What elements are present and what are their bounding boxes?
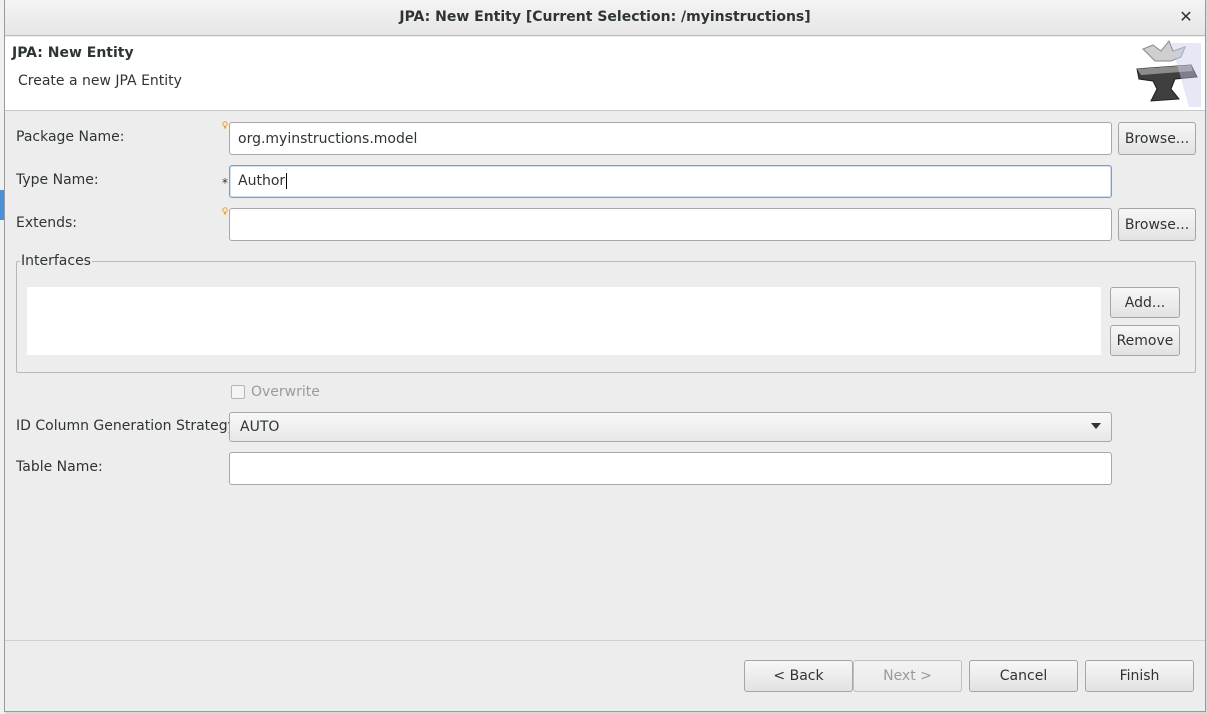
extends-label: Extends: (16, 215, 78, 231)
anvil-icon (1136, 40, 1201, 107)
overwrite-checkbox[interactable] (231, 385, 245, 399)
interfaces-legend: Interfaces (20, 253, 92, 269)
banner-title: JPA: New Entity (12, 45, 134, 61)
package-name-input[interactable] (229, 122, 1112, 155)
interfaces-group: Interfaces Add... Remove (16, 253, 1196, 373)
interfaces-list[interactable] (27, 287, 1101, 355)
new-entity-dialog: JPA: New Entity [Current Selection: /myi… (4, 0, 1206, 712)
table-name-input[interactable] (229, 452, 1112, 485)
add-interface-button[interactable]: Add... (1110, 287, 1180, 318)
required-marker: * (222, 176, 228, 190)
back-button[interactable]: < Back (744, 660, 853, 692)
type-name-input[interactable]: Author (229, 165, 1112, 198)
window-title: JPA: New Entity [Current Selection: /myi… (399, 9, 811, 25)
finish-button[interactable]: Finish (1085, 660, 1194, 692)
next-button[interactable]: Next > (853, 660, 962, 692)
chevron-down-icon (1091, 423, 1101, 429)
text-caret (286, 173, 288, 189)
remove-interface-button[interactable]: Remove (1110, 325, 1180, 356)
id-strategy-dropdown[interactable]: AUTO (229, 412, 1112, 442)
type-name-label: Type Name: (16, 172, 99, 188)
id-strategy-value: AUTO (240, 419, 280, 435)
id-strategy-label: ID Column Generation Strategy: (16, 418, 240, 434)
wizard-banner: JPA: New Entity Create a new JPA Entity (5, 37, 1205, 111)
package-browse-button[interactable]: Browse... (1118, 122, 1196, 155)
type-name-value: Author (238, 173, 286, 189)
table-name-label: Table Name: (16, 459, 103, 475)
overwrite-label: Overwrite (251, 384, 320, 400)
cancel-button[interactable]: Cancel (969, 660, 1078, 692)
package-name-label: Package Name: (16, 129, 125, 145)
hint-bulb-icon (222, 121, 228, 129)
title-bar[interactable]: JPA: New Entity [Current Selection: /myi… (5, 0, 1205, 36)
banner-description: Create a new JPA Entity (18, 73, 182, 89)
close-icon[interactable]: ✕ (1175, 6, 1197, 28)
footer-separator (5, 640, 1205, 641)
extends-browse-button[interactable]: Browse... (1118, 208, 1196, 241)
hint-bulb-icon (222, 207, 228, 215)
extends-input[interactable] (229, 208, 1112, 241)
